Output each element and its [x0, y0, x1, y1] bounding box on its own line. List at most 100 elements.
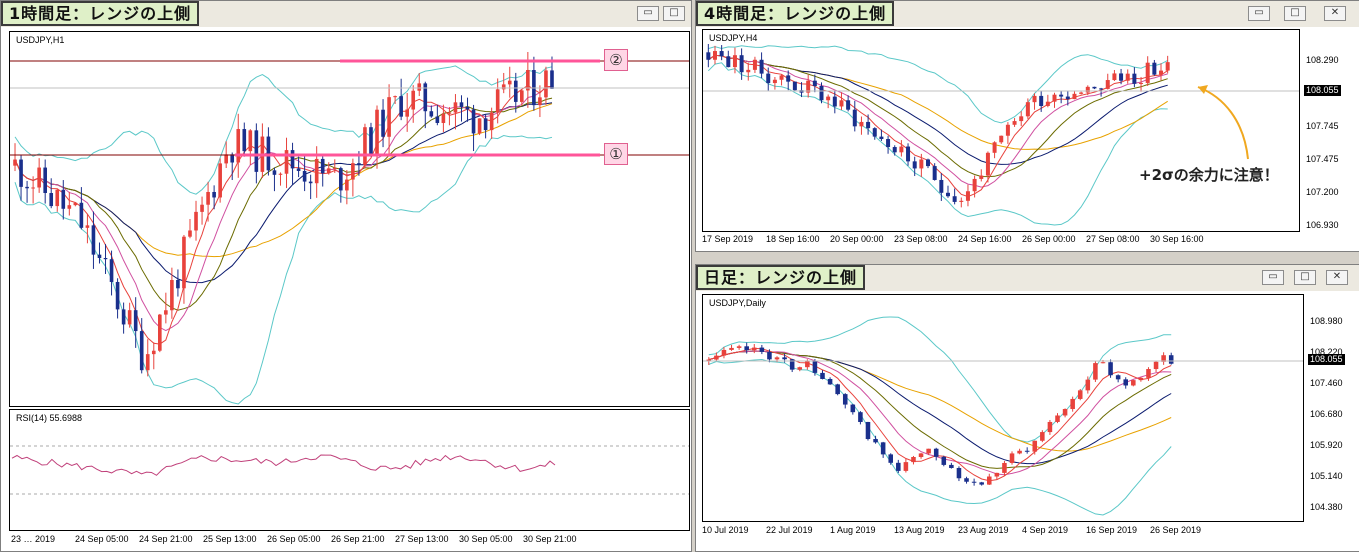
candle-body	[1062, 409, 1068, 416]
maximize-button[interactable]: □	[1284, 6, 1306, 21]
candle-body	[752, 347, 757, 351]
candle-body	[786, 75, 791, 82]
candle-body	[381, 109, 385, 137]
candle-body	[1146, 369, 1151, 378]
daily-price-pane[interactable]: USDJPY,Daily	[702, 294, 1304, 522]
candle-body	[1032, 440, 1038, 452]
candle-body	[859, 121, 864, 127]
candle-body	[49, 193, 54, 207]
candle-body	[732, 55, 737, 68]
candle-body	[926, 159, 931, 167]
candle-body	[865, 421, 871, 440]
close-button[interactable]: ✕	[1326, 270, 1348, 285]
candle-body	[550, 70, 554, 89]
candle-body	[1079, 92, 1084, 94]
candle-body	[706, 52, 711, 60]
candle-body	[61, 189, 66, 209]
candle-body	[1009, 453, 1015, 463]
candle-body	[839, 100, 844, 107]
candle-body	[278, 173, 283, 175]
candle-body	[417, 83, 422, 91]
candle-body	[218, 163, 222, 198]
candle-body	[13, 159, 17, 166]
candle-body	[842, 394, 848, 405]
candle-body	[387, 97, 391, 137]
moving-average-line	[14, 97, 553, 311]
candle-body	[441, 113, 446, 123]
candle-body	[1077, 390, 1083, 399]
candle-body	[302, 170, 307, 182]
h1-price-pane[interactable]: USDJPY,H1	[9, 31, 690, 407]
candle-body	[1065, 96, 1070, 100]
candle-body	[290, 150, 295, 169]
candle-body	[507, 80, 512, 85]
candle-body	[357, 163, 361, 165]
candle-body	[926, 448, 931, 454]
candle-body	[97, 254, 102, 259]
current-price-tag: 108.055	[1308, 354, 1345, 365]
candle-body	[1032, 95, 1037, 103]
candle-body	[766, 73, 771, 84]
candle-body	[872, 128, 877, 137]
candle-body	[1159, 70, 1164, 75]
minimize-button[interactable]: ▭	[637, 6, 659, 21]
h1-candles-svg	[10, 52, 689, 405]
candle-body	[1047, 421, 1053, 433]
candle-body	[726, 56, 731, 68]
candle-body	[846, 100, 851, 110]
close-button[interactable]: ✕	[1324, 6, 1346, 21]
candle-body	[1059, 94, 1064, 97]
candle-body	[158, 314, 162, 351]
h4-window-title: 4時間足：レンジの上側	[696, 1, 895, 26]
candle-body	[369, 127, 373, 156]
candle-body	[176, 279, 180, 289]
candle-body	[345, 179, 349, 191]
h4-price-pane[interactable]: USDJPY,H4	[702, 29, 1300, 232]
candle-body	[979, 175, 984, 179]
h1-symbol-label: USDJPY,H1	[16, 35, 65, 45]
candle-body	[912, 161, 917, 169]
candle-body	[941, 456, 947, 465]
candle-body	[447, 112, 452, 114]
candle-body	[933, 448, 939, 457]
candle-body	[918, 453, 924, 458]
candle-body	[254, 130, 259, 172]
candle-body	[483, 118, 488, 131]
candle-body	[1017, 450, 1022, 454]
candle-body	[351, 163, 355, 180]
candle-body	[1165, 62, 1170, 71]
candle-body	[792, 81, 797, 91]
candle-body	[987, 476, 992, 485]
minimize-button[interactable]: ▭	[1262, 270, 1284, 285]
h4-candles-svg	[703, 44, 1299, 226]
candle-body	[1072, 93, 1077, 100]
candle-body	[1119, 73, 1124, 81]
moving-average-line	[14, 87, 552, 332]
time-axis-label: 20 Sep 00:00	[830, 234, 884, 244]
candle-body	[852, 109, 857, 127]
candle-body	[1085, 379, 1091, 391]
minimize-button[interactable]: ▭	[1248, 6, 1270, 21]
daily-price-axis: 108.980 108.220 107.460 106.680 105.920 105.1…	[1306, 294, 1358, 522]
daily-window-title: 日足：レンジの上側	[696, 265, 866, 290]
candle-body	[880, 442, 886, 455]
maximize-button[interactable]: □	[663, 6, 685, 21]
candle-body	[544, 70, 548, 98]
price-axis-label: 105.140	[1310, 471, 1343, 481]
candle-body	[115, 281, 120, 310]
price-axis-label: 106.930	[1306, 220, 1339, 230]
price-axis-label: 107.475	[1306, 154, 1339, 164]
candle-body	[886, 139, 891, 148]
candle-body	[526, 70, 530, 91]
maximize-button[interactable]: □	[1294, 270, 1316, 285]
price-axis-label: 107.460	[1310, 378, 1343, 388]
rsi-pane[interactable]: RSI(14) 55.6988	[9, 409, 690, 531]
candle-body	[1145, 62, 1150, 83]
candle-body	[31, 187, 35, 189]
candle-body	[1131, 380, 1136, 386]
candle-body	[248, 130, 253, 152]
candle-body	[994, 472, 1000, 477]
candle-body	[850, 404, 856, 413]
candle-body	[1152, 62, 1157, 75]
price-axis-label: 108.290	[1306, 55, 1339, 65]
